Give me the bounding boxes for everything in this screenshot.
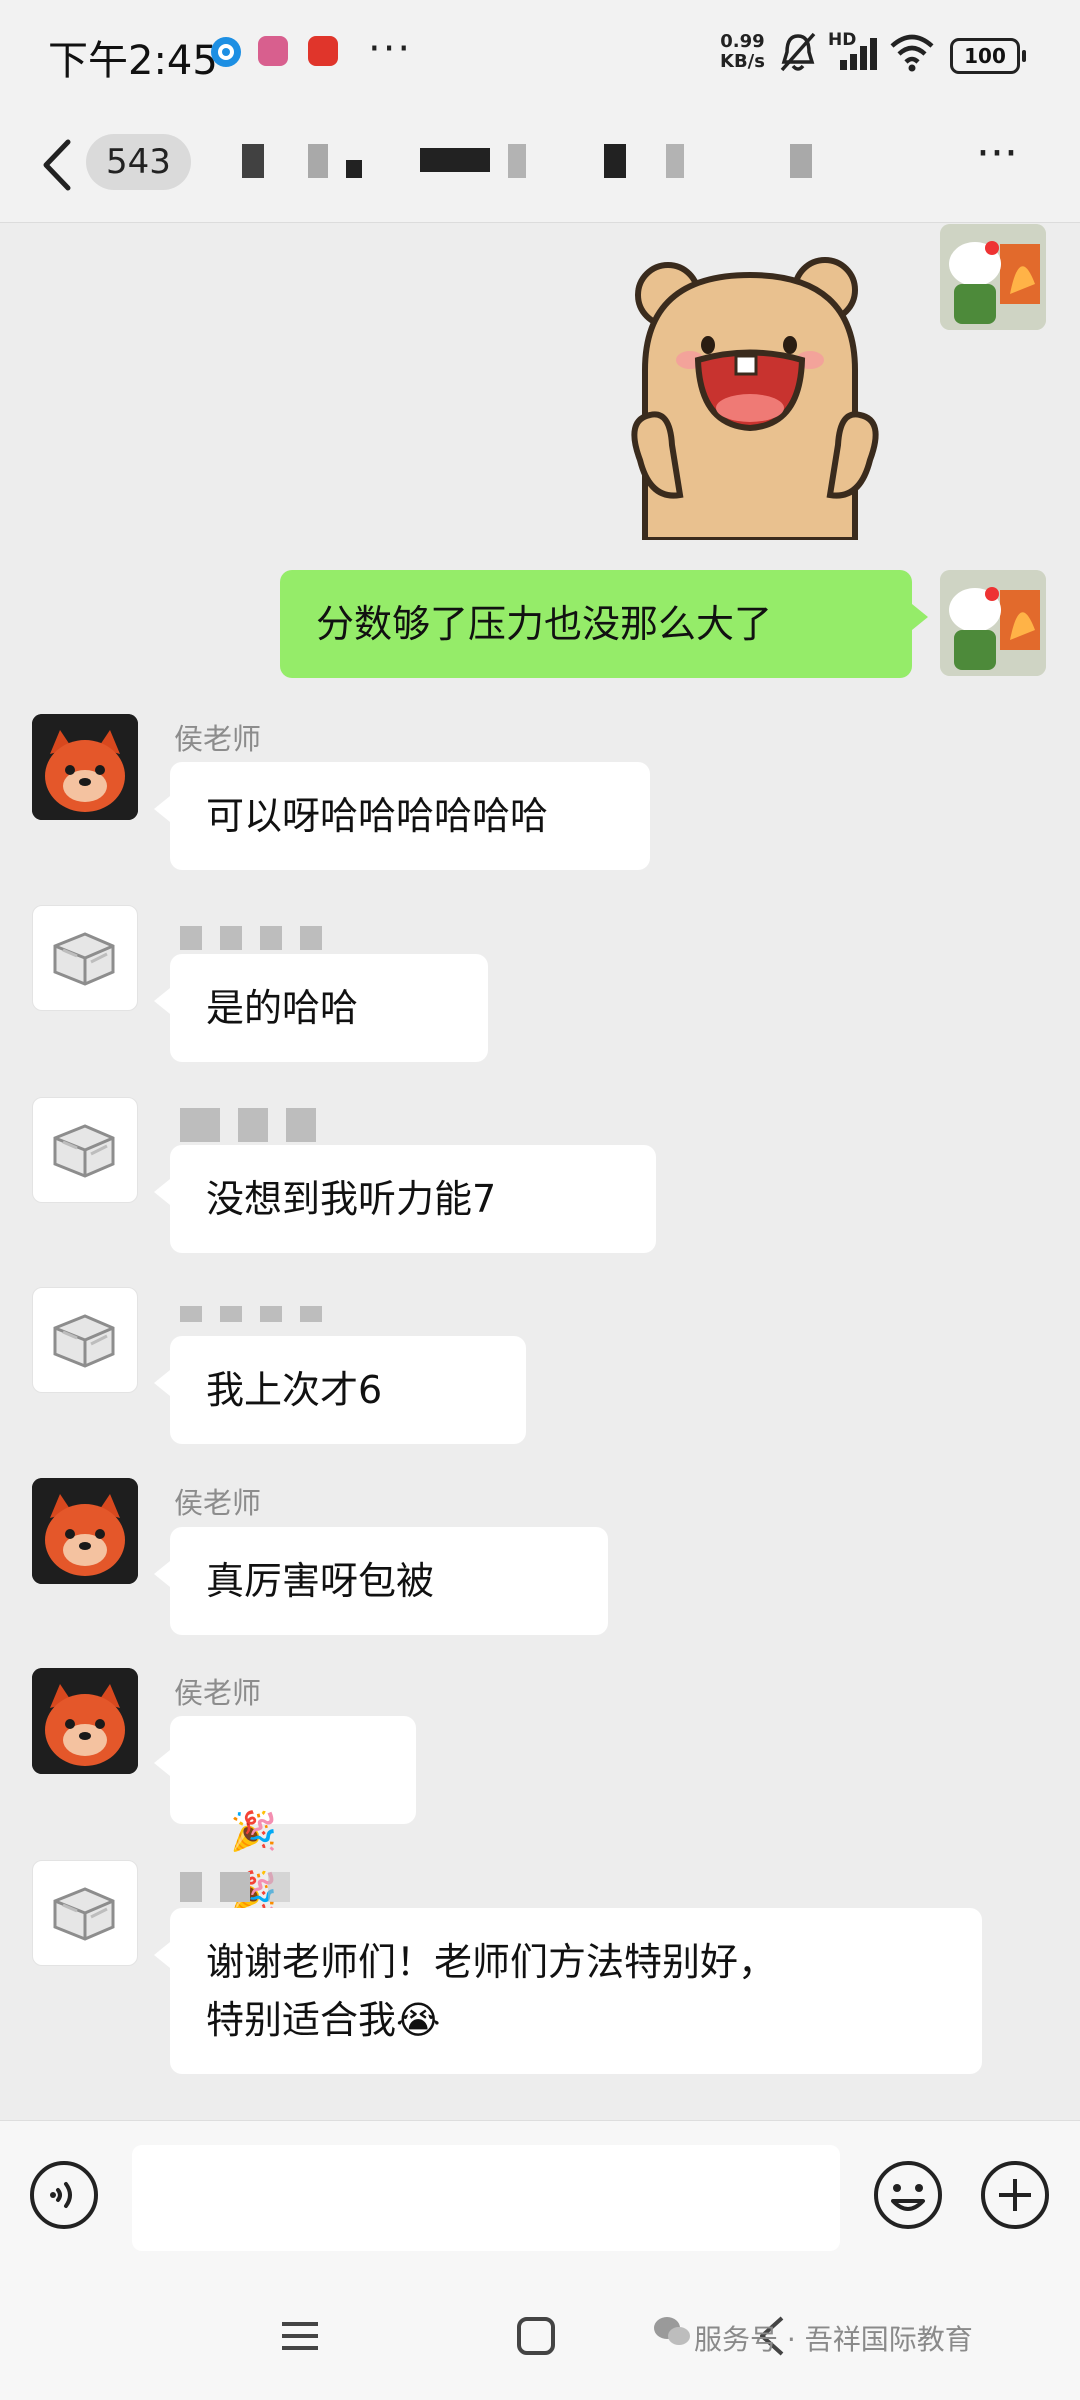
more-functions-button[interactable] [979,2159,1051,2231]
message-input[interactable] [132,2145,840,2251]
student-avatar[interactable] [32,1097,138,1203]
bear-sticker[interactable] [620,250,890,543]
signal-icon [840,38,877,70]
student-avatar[interactable] [32,1860,138,1966]
back-button[interactable] [32,130,84,200]
student-avatar[interactable] [32,1287,138,1393]
system-navigation-bar: 服务号 · 吾祥国际教育 [0,2278,1080,2400]
teacher-avatar[interactable] [32,1668,138,1774]
message-bubble-outgoing[interactable]: 分数够了压力也没那么大了 [280,570,928,678]
crying-emoji: 😭 [396,1998,441,2042]
voice-input-button[interactable] [28,2159,100,2231]
input-bar [0,2120,1080,2279]
mute-bell-icon [780,32,816,72]
sender-name: 侯老师 [174,1676,262,1710]
student-avatar[interactable] [32,905,138,1011]
more-notifications-icon: ··· [368,26,413,72]
sender-name-redacted [180,1872,308,1902]
news-app-icon [308,36,338,66]
sender-name-redacted [180,926,340,950]
menu-nav-button[interactable] [278,2314,322,2358]
message-bubble-incoming[interactable]: 没想到我听力能7 [154,1145,656,1253]
network-speed: 0.99 KB/s [720,31,765,72]
my-avatar[interactable] [940,224,1046,330]
status-time: 下午2:45 [48,38,218,84]
emoji-message-bubble[interactable]: 🎉 🎉 🎉 [154,1716,416,1974]
message-text: 谢谢老师们！老师们方法特别好， 特别适合我 [206,1940,777,2042]
wifi-icon [890,34,934,72]
message-bubble-incoming[interactable]: 真厉害呀包被 [154,1527,608,1635]
sender-name-redacted [180,1306,340,1330]
party-popper-emoji: 🎉 [230,1808,278,1853]
gallery-app-icon [258,36,288,66]
sender-name: 侯老师 [174,1486,262,1520]
sender-name-redacted [180,1108,334,1142]
unread-count-badge[interactable]: 543 [86,134,191,190]
browser-app-icon [211,37,241,67]
emoji-button[interactable] [872,2159,944,2231]
message-bubble-incoming[interactable]: 谢谢老师们！老师们方法特别好， 特别适合我😭 [154,1908,982,2074]
watermark: 服务号 · 吾祥国际教育 [694,2323,973,2356]
message-bubble-incoming[interactable]: 是的哈哈 [154,954,488,1062]
sender-name: 侯老师 [174,722,262,756]
wechat-icon [654,2317,690,2345]
teacher-avatar[interactable] [32,714,138,820]
message-bubble-incoming[interactable]: 可以呀哈哈哈哈哈哈 [154,762,650,870]
chat-header: 543 ··· [0,108,1080,223]
message-bubble-incoming[interactable]: 我上次才6 [154,1336,526,1444]
my-avatar[interactable] [940,570,1046,676]
home-nav-button[interactable] [514,2314,558,2358]
status-bar: 下午2:45 ··· 0.99 KB/s HD 100 [0,0,1080,108]
teacher-avatar[interactable] [32,1478,138,1584]
battery-indicator: 100 [950,38,1026,74]
chat-options-button[interactable]: ··· [976,132,1036,182]
